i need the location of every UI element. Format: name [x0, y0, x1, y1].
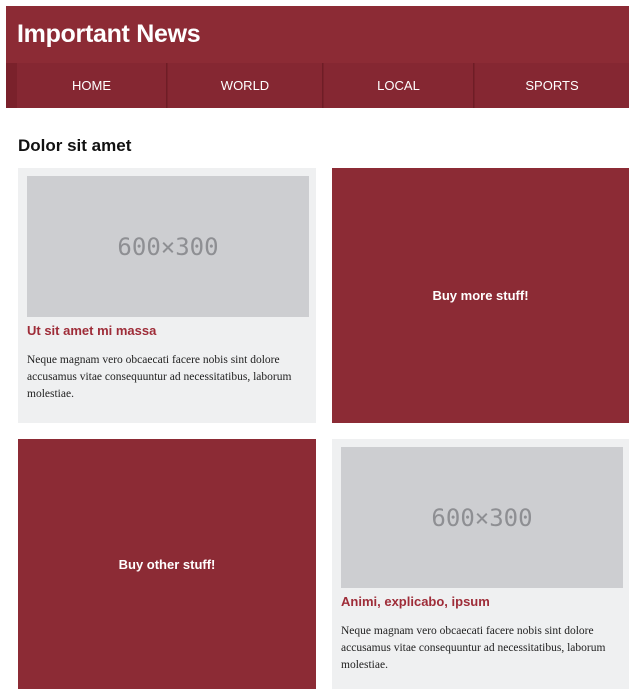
ad-banner[interactable]: Buy more stuff!: [332, 168, 629, 423]
article-title[interactable]: Animi, explicabo, ipsum: [341, 594, 490, 609]
ad-banner[interactable]: Buy other stuff!: [18, 439, 316, 689]
article-title[interactable]: Ut sit amet mi massa: [27, 323, 156, 338]
article-image-placeholder: 600×300: [27, 176, 309, 317]
nav-item-sports[interactable]: SPORTS: [475, 63, 629, 108]
section-title: Dolor sit amet: [18, 136, 132, 155]
site-title[interactable]: Important News: [17, 20, 201, 49]
nav-item-home[interactable]: HOME: [17, 63, 167, 108]
article-card[interactable]: 600×300 Ut sit amet mi massa Neque magna…: [18, 168, 316, 423]
article-card[interactable]: 600×300 Animi, explicabo, ipsum Neque ma…: [332, 439, 629, 689]
article-image-placeholder: 600×300: [341, 447, 623, 588]
main-nav: HOME WORLD LOCAL SPORTS: [6, 63, 629, 108]
nav-item-local[interactable]: LOCAL: [324, 63, 474, 108]
article-body: Neque magnam vero obcaecati facere nobis…: [341, 625, 606, 671]
article-body: Neque magnam vero obcaecati facere nobis…: [27, 354, 292, 400]
nav-item-world[interactable]: WORLD: [168, 63, 323, 108]
site-header: Important News: [6, 6, 629, 63]
page: Important News HOME WORLD LOCAL SPORTS D…: [6, 6, 629, 689]
